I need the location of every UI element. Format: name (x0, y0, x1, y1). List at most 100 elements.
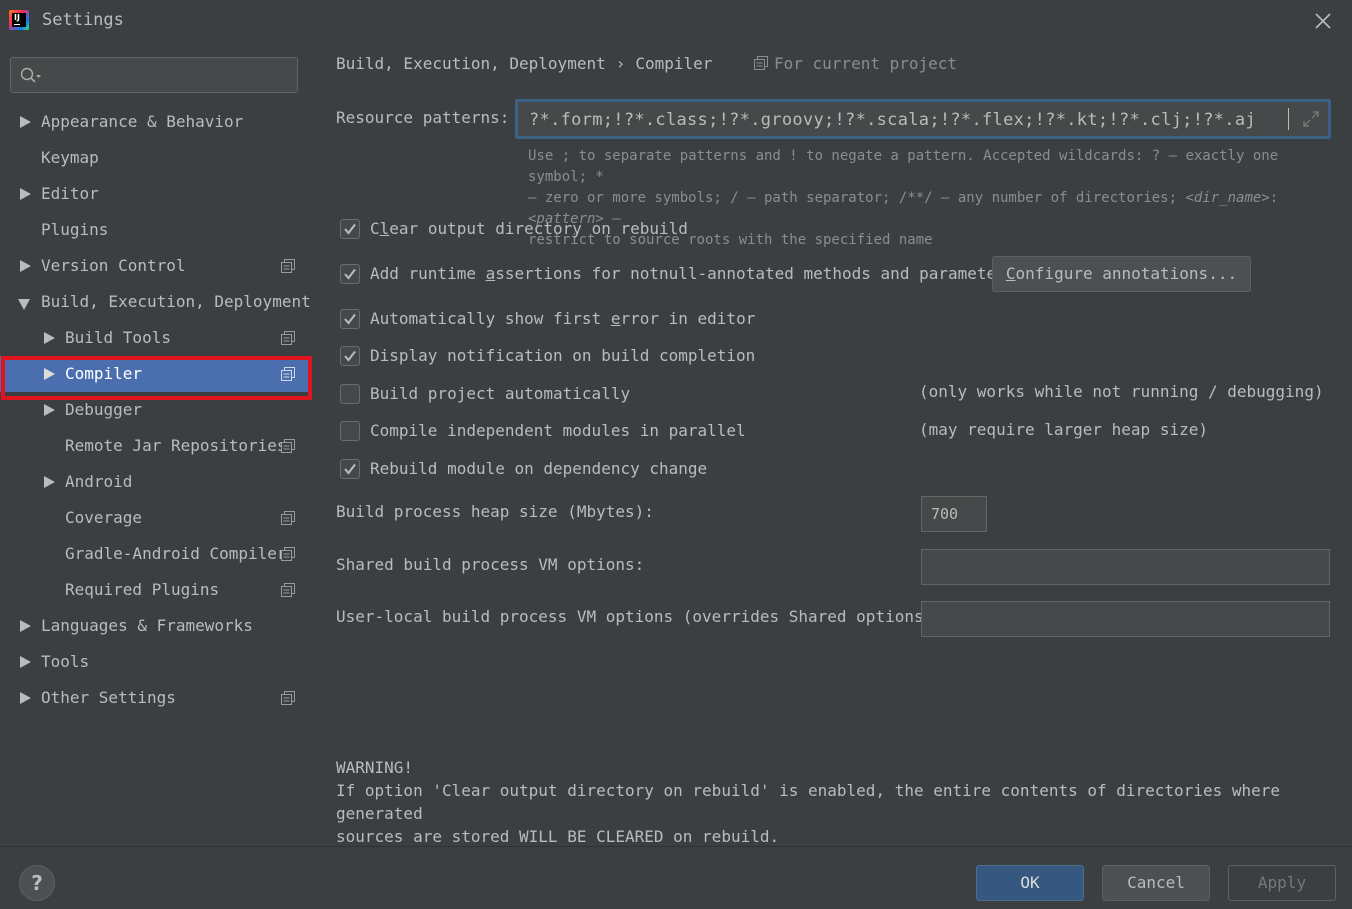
compile-parallel-note: (may require larger heap size) (919, 420, 1208, 439)
tree-item-debugger[interactable]: Debugger (0, 392, 310, 428)
tree-item-plugins[interactable]: Plugins (0, 212, 310, 248)
tree-item-label: Editor (41, 184, 99, 203)
expand-field-icon[interactable] (1302, 110, 1320, 128)
tree-item-tools[interactable]: Tools (0, 644, 310, 680)
help-button[interactable]: ? (19, 865, 55, 901)
project-scope-icon (754, 56, 768, 70)
scope-note: For current project (754, 54, 957, 73)
tree-item-label: Appearance & Behavior (41, 112, 244, 131)
expand-arrow-icon[interactable] (44, 404, 55, 416)
intellij-app-icon: IJ (9, 10, 29, 30)
dialog-footer: ? OK Cancel Apply (0, 846, 1352, 909)
tree-item-label: Tools (41, 652, 90, 671)
tree-item-label: Coverage (65, 508, 143, 527)
resource-patterns-input[interactable]: ?*.form;!?*.class;!?*.groovy;!?*.scala;!… (515, 99, 1331, 139)
project-scope-icon (281, 439, 295, 453)
apply-button[interactable]: Apply (1228, 865, 1336, 901)
tree-item-label: Build Tools (65, 328, 171, 347)
build-automatically-label: Build project automatically (370, 384, 631, 403)
expand-arrow-icon[interactable] (20, 620, 31, 632)
tree-item-label: Gradle-Android Compiler (65, 544, 287, 563)
display-notification-checkbox[interactable] (340, 346, 360, 366)
runtime-assertions-checkbox[interactable] (340, 264, 360, 284)
tree-item-other-settings[interactable]: Other Settings (0, 680, 310, 716)
tree-item-build-execution-deployment[interactable]: Build, Execution, Deployment (0, 284, 311, 320)
display-notification-label: Display notification on build completion (370, 346, 756, 365)
tree-item-gradle-android-compiler[interactable]: Gradle-Android Compiler (0, 536, 310, 572)
tree-item-label: Remote Jar Repositories (65, 436, 287, 455)
compile-parallel-label: Compile independent modules in parallel (370, 421, 746, 440)
text-caret (1288, 108, 1289, 130)
search-input[interactable] (49, 62, 289, 88)
configure-annotations-button[interactable]: Configure annotations... (992, 256, 1251, 292)
title-bar: IJ Settings (0, 0, 1352, 42)
tree-item-editor[interactable]: Editor (0, 176, 310, 212)
show-first-error-checkbox[interactable] (340, 309, 360, 329)
breadcrumb: Build, Execution, Deployment › Compiler (336, 54, 712, 73)
expand-arrow-icon[interactable] (20, 692, 31, 704)
tree-item-label: Plugins (41, 220, 109, 239)
checkmark-icon (344, 350, 356, 362)
project-scope-icon (281, 691, 295, 705)
hint-line-1: Use ; to separate patterns and ! to nega… (528, 148, 1279, 185)
tree-item-remote-jar-repositories[interactable]: Remote Jar Repositories (0, 428, 310, 464)
search-box[interactable] (10, 57, 298, 93)
shared-vm-options-input[interactable] (921, 549, 1330, 585)
tree-item-label: Build, Execution, Deployment (41, 292, 311, 311)
warning-line-2: sources are stored WILL BE CLEARED on re… (336, 827, 780, 846)
tree-item-version-control[interactable]: Version Control (0, 248, 310, 284)
close-icon[interactable] (1313, 11, 1333, 31)
runtime-assertions-label: Add runtime assertions for notnull-annot… (370, 264, 1016, 283)
user-local-vm-options-label: User-local build process VM options (ove… (336, 607, 943, 626)
heap-size-input[interactable] (921, 496, 987, 532)
expand-arrow-icon[interactable] (44, 368, 55, 380)
checkmark-icon (344, 223, 356, 235)
user-local-vm-options-input[interactable] (921, 601, 1330, 637)
tree-item-label: Debugger (65, 400, 143, 419)
rebuild-on-dependency-checkbox[interactable] (340, 459, 360, 479)
breadcrumb-parent[interactable]: Build, Execution, Deployment (336, 54, 606, 73)
tree-item-label: Languages & Frameworks (41, 616, 253, 635)
project-scope-icon (281, 259, 295, 273)
clear-output-warning: WARNING! If option 'Clear output directo… (336, 756, 1336, 848)
project-scope-icon (281, 511, 295, 525)
scope-label: For current project (774, 54, 958, 73)
expand-arrow-icon[interactable] (20, 656, 31, 668)
expand-arrow-icon[interactable] (20, 116, 31, 128)
breadcrumb-separator: › (615, 54, 626, 73)
build-automatically-checkbox[interactable] (340, 384, 360, 404)
compile-parallel-checkbox[interactable] (340, 421, 360, 441)
tree-item-label: Keymap (41, 148, 99, 167)
tree-item-label: Other Settings (41, 688, 176, 707)
tree-item-compiler[interactable]: Compiler (0, 356, 310, 392)
settings-tree: Appearance & Behavior Keymap Editor Plug… (0, 104, 311, 716)
tree-item-coverage[interactable]: Coverage (0, 500, 310, 536)
tree-item-appearance-behavior[interactable]: Appearance & Behavior (0, 104, 310, 140)
expand-arrow-icon[interactable] (44, 332, 55, 344)
collapse-arrow-icon[interactable] (18, 299, 30, 310)
tree-item-label: Required Plugins (65, 580, 220, 599)
build-automatically-note: (only works while not running / debuggin… (919, 382, 1324, 401)
tree-item-label: Compiler (65, 364, 143, 383)
checkmark-icon (344, 463, 356, 475)
tree-item-label: Version Control (41, 256, 186, 275)
warning-title: WARNING! (336, 758, 414, 777)
compiler-settings-panel: Build, Execution, Deployment › Compiler Fo… (310, 42, 1352, 846)
resource-patterns-label: Resource patterns: (336, 108, 510, 127)
tree-item-languages-frameworks[interactable]: Languages & Frameworks (0, 608, 310, 644)
cancel-button[interactable]: Cancel (1102, 865, 1210, 901)
show-first-error-label: Automatically show first error in editor (370, 309, 756, 328)
tree-item-keymap[interactable]: Keymap (0, 140, 310, 176)
clear-output-checkbox[interactable] (340, 219, 360, 239)
project-scope-icon (281, 331, 295, 345)
expand-arrow-icon[interactable] (44, 476, 55, 488)
tree-item-required-plugins[interactable]: Required Plugins (0, 572, 310, 608)
project-scope-icon (281, 583, 295, 597)
expand-arrow-icon[interactable] (20, 188, 31, 200)
tree-item-android[interactable]: Android (0, 464, 310, 500)
project-scope-icon (281, 367, 295, 381)
ok-button[interactable]: OK (976, 865, 1084, 901)
expand-arrow-icon[interactable] (20, 260, 31, 272)
tree-item-build-tools[interactable]: Build Tools (0, 320, 310, 356)
warning-line-1: If option 'Clear output directory on reb… (336, 781, 1281, 823)
